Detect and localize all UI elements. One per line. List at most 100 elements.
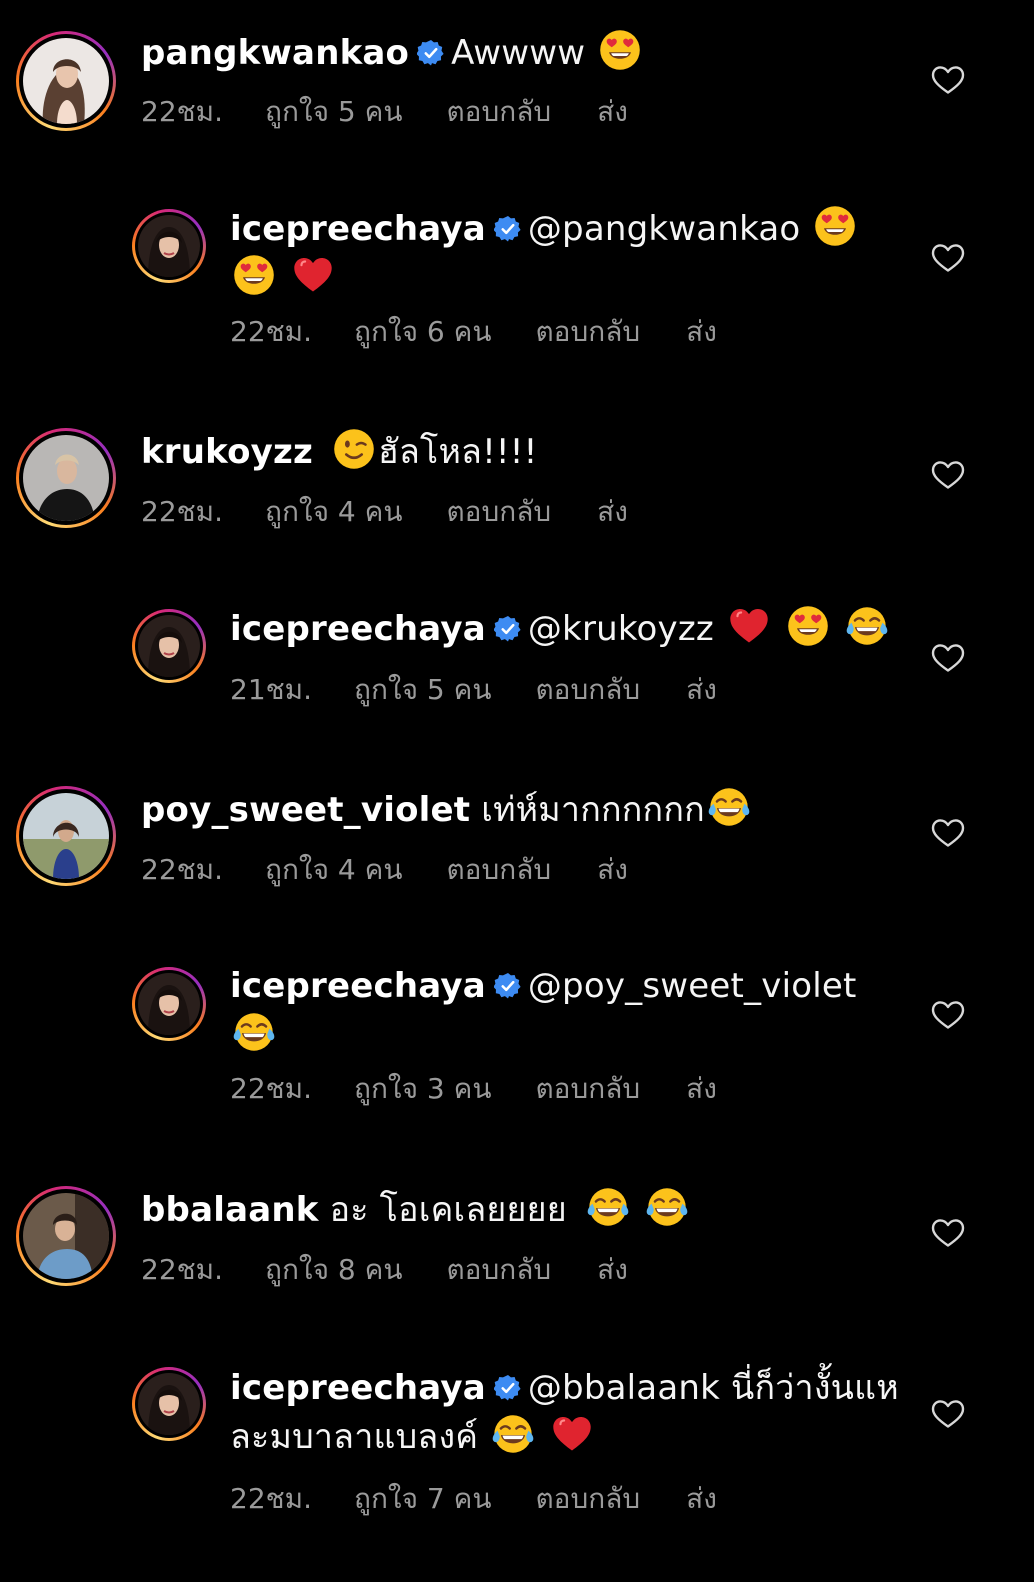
comment-text: ฮัลโหล!!!! [378,432,538,472]
send-button[interactable]: ส่ง [597,495,628,529]
send-button[interactable]: ส่ง [597,853,628,887]
comment-body: pangkwankao Awwww [141,28,911,77]
comment-time: 22ชม. [230,1072,312,1105]
avatar[interactable] [16,1186,116,1286]
winking-face-emoji-icon [332,427,376,471]
avatar[interactable] [132,609,206,683]
mention-link[interactable]: @poy_sweet_violet [528,966,857,1006]
send-button[interactable]: ส่ง [686,673,717,707]
avatar[interactable] [132,967,206,1041]
reply-button[interactable]: ตอบกลับ [446,495,551,529]
like-heart-icon[interactable] [931,1000,965,1030]
likes-count-link[interactable]: ถูกใจ 7 คน [354,1482,491,1516]
username[interactable]: pangkwankao [141,33,409,73]
comment-meta: 21ชม. ถูกใจ 5 คน ตอบกลับ ส่ง [230,673,717,707]
reply-button[interactable]: ตอบกลับ [446,95,551,129]
avatar[interactable] [16,31,116,131]
like-heart-icon[interactable] [931,1399,965,1429]
avatar-photo [23,435,109,521]
comment-meta: 22ชม. ถูกใจ 8 คน ตอบกลับ ส่ง [141,1253,628,1287]
red-heart-emoji-icon [291,253,335,297]
comment-meta: 22ชม. ถูกใจ 5 คน ตอบกลับ ส่ง [141,95,628,129]
heart-eyes-emoji-icon [813,204,857,248]
comment-meta: 22ชม. ถูกใจ 6 คน ตอบกลับ ส่ง [230,315,717,349]
reply-button[interactable]: ตอบกลับ [446,1253,551,1287]
username[interactable]: icepreechaya [230,1368,486,1408]
reply-button[interactable]: ตอบกลับ [535,1482,640,1516]
like-heart-icon[interactable] [931,243,965,273]
comment-body: icepreechaya @poy_sweet_violet [230,962,910,1059]
comment-meta: 22ชม. ถูกใจ 7 คน ตอบกลับ ส่ง [230,1482,717,1516]
like-heart-icon[interactable] [931,1218,965,1248]
avatar-photo [138,615,200,677]
tears-of-joy-emoji-icon [845,604,889,648]
avatar-photo [138,1373,200,1435]
verified-badge-icon [494,1374,522,1402]
username[interactable]: icepreechaya [230,966,486,1006]
comment-body: icepreechaya @bbalaank นี่ก็ว่างั้นแห ละม… [230,1364,910,1461]
send-button[interactable]: ส่ง [686,1482,717,1516]
send-button[interactable]: ส่ง [597,95,628,129]
username[interactable]: krukoyzz [141,432,313,472]
username[interactable]: bbalaank [141,1190,319,1230]
comment-body: icepreechaya @pangkwankao [230,204,910,302]
like-heart-icon[interactable] [931,818,965,848]
likes-count-link[interactable]: ถูกใจ 3 คน [354,1072,491,1106]
likes-count-link[interactable]: ถูกใจ 4 คน [265,853,402,887]
heart-eyes-emoji-icon [598,28,642,72]
avatar[interactable] [16,786,116,886]
red-heart-emoji-icon [727,604,771,648]
reply-button[interactable]: ตอบกลับ [535,673,640,707]
avatar[interactable] [132,1367,206,1441]
like-heart-icon[interactable] [931,460,965,490]
likes-count-link[interactable]: ถูกใจ 4 คน [265,495,402,529]
avatar-photo [23,38,109,124]
avatar-photo [138,973,200,1035]
comment-text: ละมบาลาแบลงค์ [230,1417,479,1457]
tears-of-joy-emoji-icon [232,1010,276,1054]
reply-button[interactable]: ตอบกลับ [535,315,640,349]
like-heart-icon[interactable] [931,65,965,95]
avatar[interactable] [132,209,206,283]
comment-text: Awwww [451,33,586,73]
comment-body: bbalaank อะ โอเคเลยยยย [141,1185,911,1234]
comment-meta: 22ชม. ถูกใจ 4 คน ตอบกลับ ส่ง [141,495,628,529]
send-button[interactable]: ส่ง [686,315,717,349]
username[interactable]: icepreechaya [230,209,486,249]
tears-of-joy-emoji-icon [491,1412,535,1456]
verified-badge-icon [494,215,522,243]
reply-button[interactable]: ตอบกลับ [535,1072,640,1106]
avatar-photo [23,793,109,879]
comment-body: icepreechaya @krukoyzz [230,604,910,653]
comment-time: 22ชม. [141,1253,223,1286]
likes-count-link[interactable]: ถูกใจ 8 คน [265,1253,402,1287]
like-heart-icon[interactable] [931,643,965,673]
send-button[interactable]: ส่ง [686,1072,717,1106]
avatar-photo [23,1193,109,1279]
heart-eyes-emoji-icon [786,604,830,648]
likes-count-link[interactable]: ถูกใจ 5 คน [354,673,491,707]
comment-body: krukoyzz ฮัลโหล!!!! [141,427,911,476]
verified-badge-icon [494,615,522,643]
heart-eyes-emoji-icon [232,253,276,297]
username[interactable]: icepreechaya [230,609,486,649]
reply-button[interactable]: ตอบกลับ [446,853,551,887]
send-button[interactable]: ส่ง [597,1253,628,1287]
avatar[interactable] [16,428,116,528]
username[interactable]: poy_sweet_violet [141,790,470,830]
comment-time: 22ชม. [141,95,223,128]
red-heart-emoji-icon [550,1412,594,1456]
mention-link[interactable]: @krukoyzz [528,609,714,649]
tears-of-joy-emoji-icon [586,1185,630,1229]
tears-of-joy-emoji-icon [645,1185,689,1229]
mention-link[interactable]: @pangkwankao [528,209,801,249]
likes-count-link[interactable]: ถูกใจ 6 คน [354,315,491,349]
likes-count-link[interactable]: ถูกใจ 5 คน [265,95,402,129]
comment-time: 22ชม. [230,1482,312,1515]
comment-time: 22ชม. [230,315,312,348]
comment-text: @bbalaank นี่ก็ว่างั้นแห [527,1368,899,1408]
comment-meta: 22ชม. ถูกใจ 4 คน ตอบกลับ ส่ง [141,853,628,887]
comment-text: เท่ห์มากกกกกก [481,790,705,830]
comment-meta: 22ชม. ถูกใจ 3 คน ตอบกลับ ส่ง [230,1072,717,1106]
comment-text: อะ โอเคเลยยยย [329,1190,567,1230]
